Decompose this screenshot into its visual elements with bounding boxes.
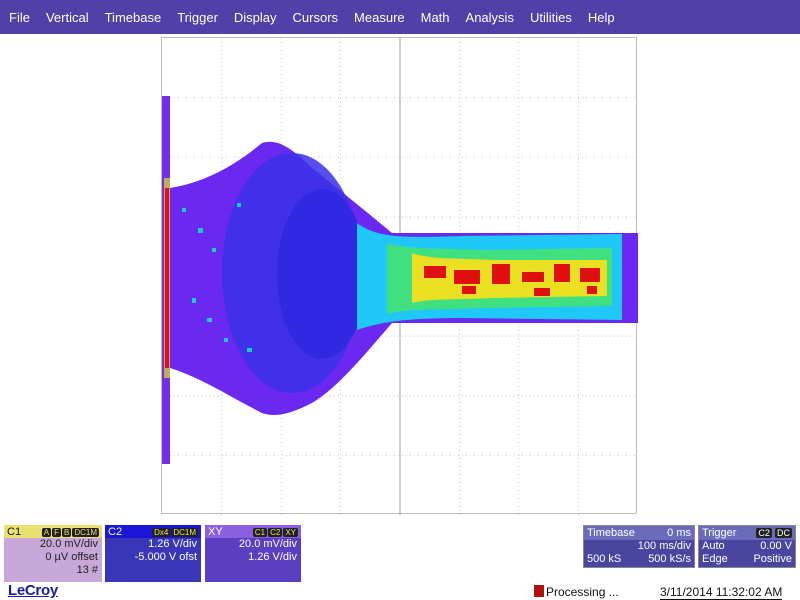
xy-tag: C1 (252, 527, 268, 537)
date-time: 3/11/2014 11:32:02 AM (660, 585, 783, 600)
xy-descriptor[interactable]: XY C1 C2 XY 20.0 mV/div 1.26 V/div (205, 525, 301, 582)
menu-vertical[interactable]: Vertical (38, 10, 97, 25)
timebase-descriptor[interactable]: Timebase 0 ms 100 ms/div 500 kS 500 kS/s (583, 525, 695, 568)
timebase-row: 500 kS 500 kS/s (584, 553, 694, 566)
waveform-display[interactable] (161, 37, 638, 515)
xy-tag: XY (283, 527, 298, 537)
channel2-header: C2 Dx4 DC1M (105, 525, 201, 538)
channel1-tag: F (52, 527, 61, 537)
trigger-descriptor[interactable]: Trigger C2 DC Auto 0.00 V Edge Positive (698, 525, 796, 568)
channel1-tag: A (41, 527, 52, 537)
trigger-slope: Positive (753, 553, 792, 565)
trigger-level: 0.00 V (760, 540, 792, 552)
trigger-type: Edge (702, 553, 728, 565)
trigger-row: Auto 0.00 V (699, 540, 795, 553)
channel1-tag: DC1M (72, 527, 99, 537)
timebase-tdiv: 100 ms/div (637, 540, 691, 552)
timebase-label: Timebase (587, 527, 635, 539)
channel1-count: 13 # (76, 564, 98, 576)
xy-tag: C2 (268, 527, 283, 537)
channel2-vdiv: 1.26 V/div (148, 538, 197, 550)
processing-indicator-icon (534, 585, 544, 597)
trigger-label: Trigger (702, 527, 737, 539)
menu-bar: File Vertical Timebase Trigger Display C… (0, 0, 800, 34)
xy-header: XY C1 C2 XY (205, 525, 301, 538)
channel1-vdiv: 20.0 mV/div (39, 538, 98, 550)
menu-utilities[interactable]: Utilities (522, 10, 580, 25)
channel2-name: C2 (108, 525, 123, 538)
menu-measure[interactable]: Measure (346, 10, 413, 25)
menu-file[interactable]: File (0, 10, 38, 25)
channel1-tag: B (61, 527, 72, 537)
menu-cursors[interactable]: Cursors (285, 10, 347, 25)
menu-help[interactable]: Help (580, 10, 623, 25)
brand-logo: LeCroy (8, 582, 58, 599)
timebase-header: Timebase 0 ms (584, 526, 694, 540)
xy-name: XY (208, 525, 223, 538)
trigger-header: Trigger C2 DC (699, 526, 795, 540)
trigger-source: C2 (756, 528, 772, 538)
channel2-tag: DC1M (171, 527, 198, 537)
channel1-header: C1 A F B DC1M (4, 525, 102, 538)
timebase-rate: 500 kS/s (648, 553, 691, 565)
menu-display[interactable]: Display (226, 10, 285, 25)
channel2-descriptor[interactable]: C2 Dx4 DC1M 1.26 V/div -5.000 V ofst (105, 525, 201, 582)
channel2-tag: Dx4 (152, 527, 171, 537)
trigger-row: Edge Positive (699, 553, 795, 566)
xy-vdiv: 20.0 mV/div (238, 538, 297, 550)
menu-trigger[interactable]: Trigger (169, 10, 226, 25)
menu-analysis[interactable]: Analysis (458, 10, 522, 25)
xy-hdiv: 1.26 V/div (248, 551, 297, 563)
xy-persistence-plot (162, 38, 638, 515)
status-text: Processing ... (546, 585, 619, 599)
trigger-mode: Auto (702, 540, 725, 552)
timebase-samples: 500 kS (587, 553, 622, 565)
channel1-offset: 0 µV offset (45, 551, 98, 563)
menu-math[interactable]: Math (413, 10, 458, 25)
menu-timebase[interactable]: Timebase (97, 10, 170, 25)
channel2-offset: -5.000 V ofst (134, 551, 197, 563)
channel1-descriptor[interactable]: C1 A F B DC1M 20.0 mV/div 0 µV offset 13 # (4, 525, 102, 582)
channel1-name: C1 (7, 525, 22, 538)
timebase-row: 100 ms/div (584, 540, 694, 553)
timebase-delay: 0 ms (667, 527, 691, 539)
trigger-coupling: DC (775, 528, 792, 538)
